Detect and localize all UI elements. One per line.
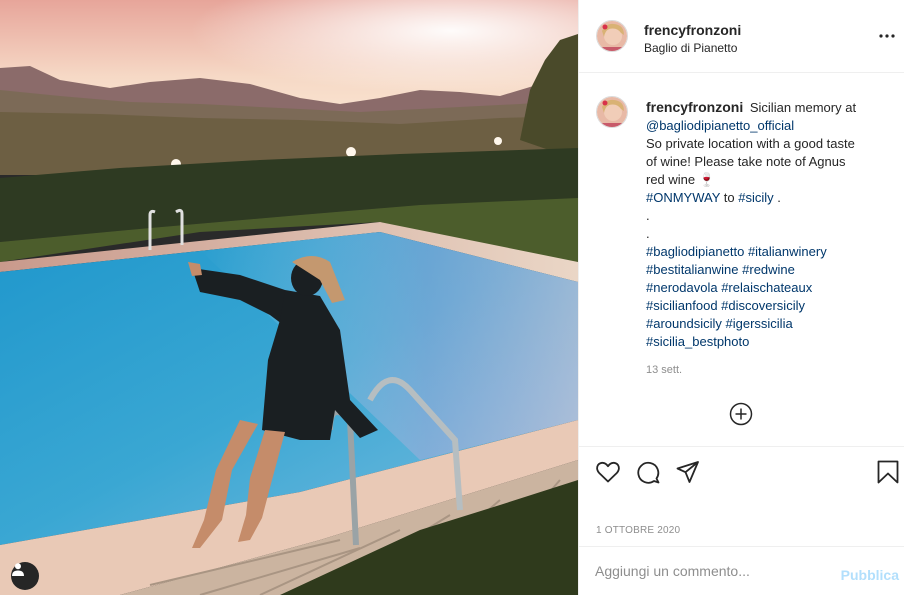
- avatar-image: [597, 21, 627, 51]
- save-button[interactable]: [875, 459, 901, 485]
- bookmark-icon: [877, 460, 899, 484]
- hashtag-link[interactable]: #bestitalianwine: [646, 262, 739, 277]
- post-author-username[interactable]: frencyfronzoni: [644, 22, 741, 38]
- wine-emoji: 🍷: [698, 172, 715, 187]
- caption-text: .: [777, 190, 781, 205]
- plus-circle-icon: [729, 402, 753, 426]
- add-comment-form: Pubblica: [579, 546, 904, 595]
- avatar[interactable]: [596, 20, 628, 52]
- comment-icon: [637, 461, 660, 484]
- mention-link[interactable]: @bagliodipianetto_official: [646, 118, 794, 133]
- caption-time-ago[interactable]: 13 sett.: [646, 364, 682, 376]
- hashtag-link[interactable]: #relaischateaux: [721, 280, 812, 295]
- comment-input[interactable]: [595, 561, 825, 581]
- post-actions: 1 OTTOBRE 2020: [579, 446, 904, 546]
- comment-button[interactable]: [635, 459, 661, 485]
- hashtag-link[interactable]: #aroundsicily: [646, 316, 722, 331]
- hashtag-link[interactable]: #sicily: [738, 190, 773, 205]
- caption-text: red wine: [646, 172, 696, 187]
- hashtag-link[interactable]: #redwine: [742, 262, 795, 277]
- pool-scene-image: [0, 0, 578, 595]
- post-side-panel: frencyfronzoni Baglio di Pianetto frency…: [578, 0, 904, 595]
- caption-dot: .: [646, 208, 650, 223]
- publish-button[interactable]: Pubblica: [841, 567, 899, 583]
- share-button[interactable]: [675, 459, 701, 485]
- caption-text: to: [723, 190, 735, 205]
- share-icon: [676, 461, 699, 483]
- user-icon: [12, 563, 24, 576]
- heart-icon: [596, 461, 620, 483]
- post-location[interactable]: Baglio di Pianetto: [644, 41, 737, 55]
- caption-text: Sicilian memory at: [749, 100, 857, 115]
- hashtag-link[interactable]: #ONMYWAY: [646, 190, 720, 205]
- hashtag-link[interactable]: #sicilia_bestphoto: [646, 334, 749, 349]
- hashtag-link[interactable]: #italianwinery: [748, 244, 827, 259]
- hashtag-link[interactable]: #nerodavola: [646, 280, 718, 295]
- caption-dot: .: [646, 226, 650, 241]
- hashtag-link[interactable]: #discoversicily: [721, 298, 805, 313]
- more-options-button[interactable]: [877, 28, 897, 44]
- hashtag-link[interactable]: #bagliodipianetto: [646, 244, 744, 259]
- post-caption: frencyfronzoni Sicilian memory at @bagli…: [646, 98, 886, 351]
- caption-avatar[interactable]: [596, 96, 628, 128]
- more-options-icon: [879, 34, 895, 38]
- post-date[interactable]: 1 OTTOBRE 2020: [596, 525, 680, 536]
- load-more-comments-button[interactable]: [729, 402, 753, 426]
- avatar-image: [597, 97, 627, 127]
- like-button[interactable]: [595, 459, 621, 485]
- hashtag-link[interactable]: #sicilianfood: [646, 298, 718, 313]
- tagged-users-button[interactable]: [11, 562, 39, 590]
- comments-section: frencyfronzoni Sicilian memory at @bagli…: [579, 73, 904, 446]
- caption-text: So private location with a good taste: [646, 136, 855, 151]
- caption-username[interactable]: frencyfronzoni: [646, 99, 743, 115]
- caption-text: of wine! Please take note of Agnus: [646, 154, 846, 169]
- hashtag-link[interactable]: #igerssicilia: [726, 316, 793, 331]
- post-header: frencyfronzoni Baglio di Pianetto: [579, 0, 904, 73]
- post-photo[interactable]: [0, 0, 578, 595]
